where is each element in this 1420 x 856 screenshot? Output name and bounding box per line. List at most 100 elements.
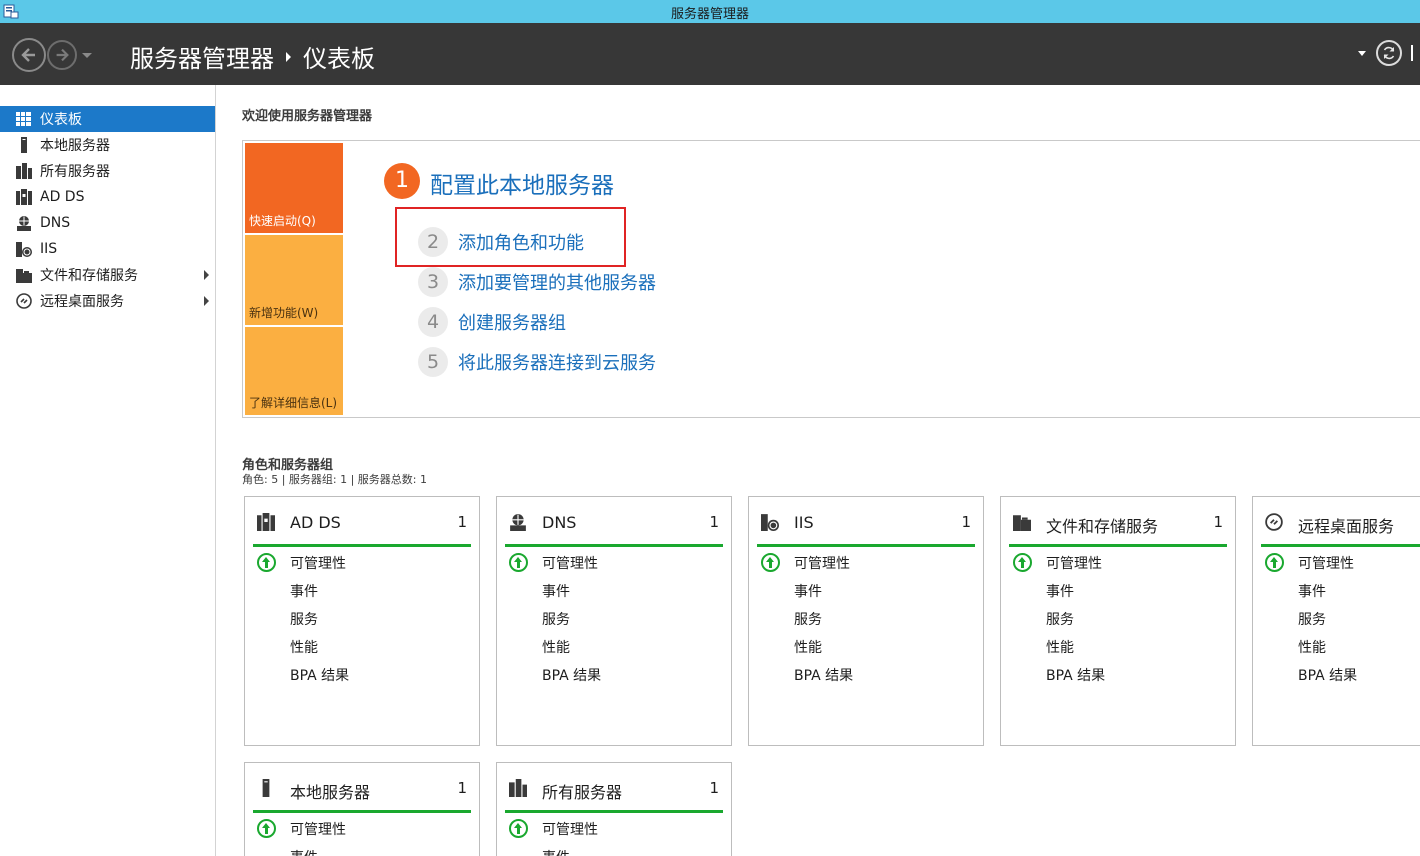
role-card-dns[interactable]: DNS 1 可管理性 事件 服务 性能 BPA 结果 xyxy=(496,496,732,746)
sidebar-item-label: 本地服务器 xyxy=(40,138,110,154)
services-link[interactable]: 服务 xyxy=(290,609,318,629)
services-link[interactable]: 服务 xyxy=(1046,609,1074,629)
role-card-header[interactable]: IIS 1 xyxy=(757,507,975,547)
bpa-results-link[interactable]: BPA 结果 xyxy=(1046,665,1105,685)
performance-link[interactable]: 性能 xyxy=(794,637,822,657)
step-number-badge: 4 xyxy=(418,307,448,337)
status-ok-icon xyxy=(257,553,276,572)
sidebar-item-label: 远程桌面服务 xyxy=(40,294,124,310)
manageability-link[interactable]: 可管理性 xyxy=(794,553,850,573)
sidebar-item-dashboard[interactable]: 仪表板 xyxy=(0,106,215,132)
role-name: IIS xyxy=(794,513,814,532)
manageability-link[interactable]: 可管理性 xyxy=(1046,553,1102,573)
sidebar-item-label: IIS xyxy=(40,241,58,257)
performance-link[interactable]: 性能 xyxy=(290,637,318,657)
sidebar-item-dns[interactable]: DNS xyxy=(0,210,215,236)
events-link[interactable]: 事件 xyxy=(1046,581,1074,601)
sidebar-item-file-storage[interactable]: 文件和存储服务 xyxy=(0,262,215,288)
menu-separator xyxy=(1411,45,1413,61)
tile-quick-start[interactable]: 快速启动(Q) xyxy=(245,143,343,233)
configure-local-server-link[interactable]: 配置此本地服务器 xyxy=(430,166,614,200)
performance-link[interactable]: 性能 xyxy=(1046,637,1074,657)
services-link[interactable]: 服务 xyxy=(1298,609,1326,629)
role-card-header[interactable]: 远程桌面服务 xyxy=(1261,507,1420,547)
role-card-header[interactable]: AD DS 1 xyxy=(253,507,471,547)
services-link[interactable]: 服务 xyxy=(542,609,570,629)
services-link[interactable]: 服务 xyxy=(794,609,822,629)
events-link[interactable]: 事件 xyxy=(290,581,318,601)
sidebar-item-label: AD DS xyxy=(40,189,85,205)
all-servers-icon xyxy=(16,163,32,179)
role-card-header[interactable]: 所有服务器 1 xyxy=(505,773,723,813)
role-card-header[interactable]: 本地服务器 1 xyxy=(253,773,471,813)
create-server-group-link[interactable]: 创建服务器组 xyxy=(458,309,566,335)
bpa-results-link[interactable]: BPA 结果 xyxy=(1298,665,1357,685)
bpa-results-link[interactable]: BPA 结果 xyxy=(542,665,601,685)
role-card-header[interactable]: 文件和存储服务 1 xyxy=(1009,507,1227,547)
events-link[interactable]: 事件 xyxy=(290,847,318,856)
breadcrumb: 服务器管理器 仪表板 xyxy=(130,39,375,74)
sidebar: 仪表板 本地服务器 所有服务器 AD DS DNS IIS 文件和存储服务 远程… xyxy=(0,85,216,856)
sidebar-item-label: 文件和存储服务 xyxy=(40,268,138,284)
role-card-file-storage[interactable]: 文件和存储服务 1 可管理性 事件 服务 性能 BPA 结果 xyxy=(1000,496,1236,746)
role-card-header[interactable]: DNS 1 xyxy=(505,507,723,547)
breadcrumb-app[interactable]: 服务器管理器 xyxy=(130,39,274,74)
sidebar-item-iis[interactable]: IIS xyxy=(0,236,215,262)
sidebar-item-label: 仪表板 xyxy=(40,112,82,128)
back-button[interactable] xyxy=(12,38,46,72)
connect-cloud-link[interactable]: 将此服务器连接到云服务 xyxy=(458,349,656,375)
step-number-badge: 1 xyxy=(384,163,420,199)
step-row[interactable]: 5 将此服务器连接到云服务 xyxy=(418,347,656,377)
role-card-local-server[interactable]: 本地服务器 1 可管理性 事件 xyxy=(244,762,480,856)
status-ok-icon xyxy=(761,553,780,572)
manageability-link[interactable]: 可管理性 xyxy=(1298,553,1354,573)
performance-link[interactable]: 性能 xyxy=(542,637,570,657)
sidebar-item-remote-desktop[interactable]: 远程桌面服务 xyxy=(0,288,215,314)
sidebar-item-local-server[interactable]: 本地服务器 xyxy=(0,132,215,158)
roles-summary: 角色: 5 | 服务器组: 1 | 服务器总数: 1 xyxy=(242,473,428,486)
role-name: 文件和存储服务 xyxy=(1046,517,1159,536)
remote-desktop-icon xyxy=(1265,513,1283,531)
chevron-down-icon[interactable] xyxy=(1358,51,1366,56)
events-link[interactable]: 事件 xyxy=(542,847,570,856)
file-storage-icon xyxy=(1013,515,1031,531)
sidebar-item-label: 所有服务器 xyxy=(40,164,110,180)
refresh-button[interactable] xyxy=(1376,40,1402,66)
history-dropdown-icon[interactable] xyxy=(82,53,92,58)
sidebar-item-all-servers[interactable]: 所有服务器 xyxy=(0,158,215,184)
expand-arrow-icon[interactable] xyxy=(204,270,209,280)
performance-link[interactable]: 性能 xyxy=(1298,637,1326,657)
bpa-results-link[interactable]: BPA 结果 xyxy=(794,665,853,685)
status-ok-icon xyxy=(1013,553,1032,572)
sidebar-item-adds[interactable]: AD DS xyxy=(0,184,215,210)
events-link[interactable]: 事件 xyxy=(794,581,822,601)
red-highlight-box xyxy=(395,207,626,267)
refresh-icon xyxy=(1383,46,1395,60)
expand-arrow-icon[interactable] xyxy=(204,296,209,306)
role-card-adds[interactable]: AD DS 1 可管理性 事件 服务 性能 BPA 结果 xyxy=(244,496,480,746)
sidebar-item-label: DNS xyxy=(40,215,71,231)
tile-whats-new[interactable]: 新增功能(W) xyxy=(245,235,343,325)
dns-icon xyxy=(510,514,526,531)
manageability-link[interactable]: 可管理性 xyxy=(290,819,346,839)
role-card-remote-desktop[interactable]: 远程桌面服务 可管理性 事件 服务 性能 BPA 结果 xyxy=(1252,496,1420,746)
add-servers-link[interactable]: 添加要管理的其他服务器 xyxy=(458,269,656,295)
role-count: 1 xyxy=(961,513,971,531)
tile-learn-more[interactable]: 了解详细信息(L) xyxy=(245,327,343,415)
forward-button[interactable] xyxy=(47,40,77,70)
step-row[interactable]: 4 创建服务器组 xyxy=(418,307,566,337)
role-card-iis[interactable]: IIS 1 可管理性 事件 服务 性能 BPA 结果 xyxy=(748,496,984,746)
bpa-results-link[interactable]: BPA 结果 xyxy=(290,665,349,685)
quick-start-panel: 快速启动(Q) 新增功能(W) 了解详细信息(L) 1 配置此本地服务器 2 添… xyxy=(242,140,1420,418)
window-title: 服务器管理器 xyxy=(670,7,749,22)
adds-icon xyxy=(16,189,32,205)
manageability-link[interactable]: 可管理性 xyxy=(542,819,598,839)
role-card-all-servers[interactable]: 所有服务器 1 可管理性 事件 xyxy=(496,762,732,856)
status-ok-icon xyxy=(509,553,528,572)
all-servers-icon xyxy=(509,779,527,797)
step-row[interactable]: 3 添加要管理的其他服务器 xyxy=(418,267,656,297)
events-link[interactable]: 事件 xyxy=(542,581,570,601)
manageability-link[interactable]: 可管理性 xyxy=(290,553,346,573)
events-link[interactable]: 事件 xyxy=(1298,581,1326,601)
manageability-link[interactable]: 可管理性 xyxy=(542,553,598,573)
